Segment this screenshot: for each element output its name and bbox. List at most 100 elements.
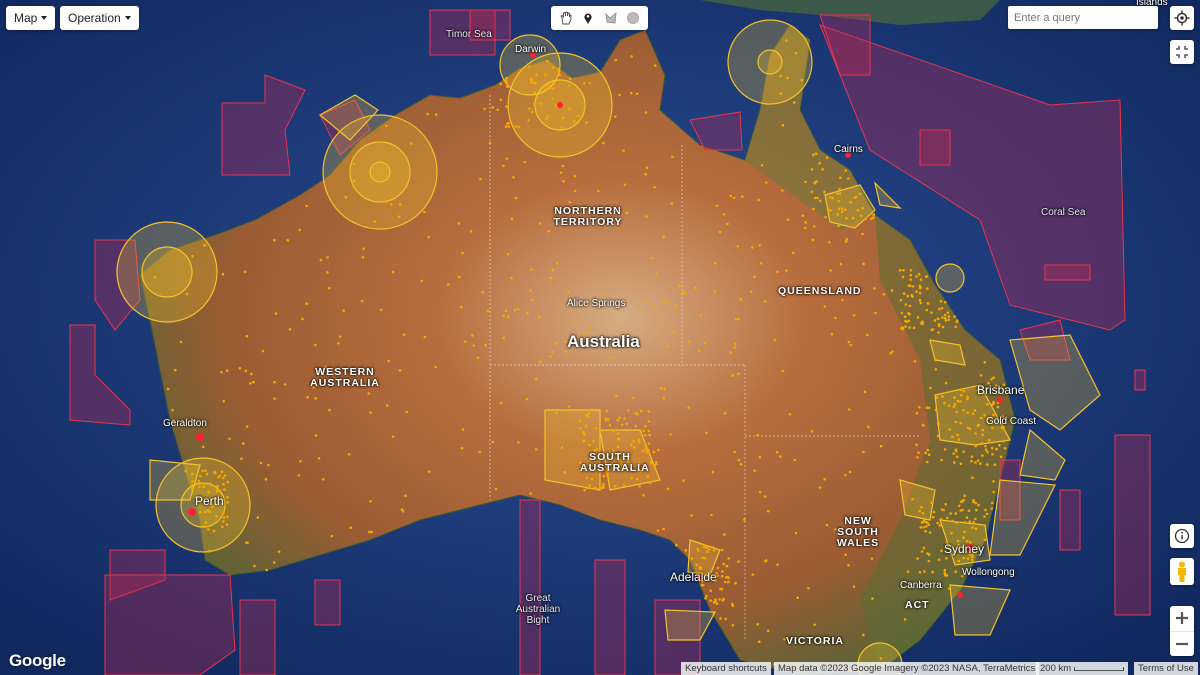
data-point[interactable]	[622, 484, 626, 487]
data-point[interactable]	[531, 110, 534, 114]
data-point[interactable]	[974, 517, 977, 521]
data-point[interactable]	[499, 98, 503, 102]
data-point[interactable]	[941, 395, 944, 398]
data-point[interactable]	[534, 377, 538, 381]
data-point[interactable]	[659, 386, 663, 390]
data-point[interactable]	[551, 66, 555, 69]
data-point[interactable]	[606, 473, 609, 477]
data-point[interactable]	[214, 471, 217, 475]
data-point[interactable]	[818, 199, 822, 203]
data-point[interactable]	[600, 293, 604, 297]
data-point[interactable]	[922, 526, 925, 529]
data-point[interactable]	[996, 405, 1000, 409]
data-point[interactable]	[945, 557, 948, 560]
data-point[interactable]	[319, 258, 323, 262]
data-point[interactable]	[613, 115, 617, 118]
data-point[interactable]	[844, 553, 847, 557]
data-point[interactable]	[391, 270, 395, 274]
data-point[interactable]	[369, 411, 373, 414]
data-point[interactable]	[604, 419, 608, 422]
data-point[interactable]	[870, 557, 874, 560]
data-point[interactable]	[640, 409, 643, 413]
data-point[interactable]	[554, 104, 558, 107]
data-point[interactable]	[283, 383, 287, 386]
data-point[interactable]	[733, 342, 737, 346]
data-point[interactable]	[793, 458, 797, 462]
data-point[interactable]	[564, 350, 568, 353]
data-point[interactable]	[198, 485, 201, 489]
data-point[interactable]	[195, 482, 198, 486]
data-point[interactable]	[932, 510, 936, 514]
data-point[interactable]	[974, 444, 978, 448]
data-point[interactable]	[756, 433, 759, 437]
data-point[interactable]	[837, 199, 840, 203]
data-point[interactable]	[953, 461, 956, 464]
data-point[interactable]	[588, 327, 591, 331]
data-point[interactable]	[642, 429, 646, 433]
data-point[interactable]	[796, 596, 799, 599]
data-point[interactable]	[936, 422, 940, 425]
data-point[interactable]	[838, 192, 842, 195]
data-point[interactable]	[560, 446, 564, 449]
data-point[interactable]	[864, 217, 867, 221]
data-point[interactable]	[962, 556, 966, 560]
data-point[interactable]	[207, 490, 210, 494]
data-point[interactable]	[848, 470, 852, 474]
data-point[interactable]	[927, 406, 931, 410]
data-point[interactable]	[683, 291, 687, 295]
data-point[interactable]	[222, 520, 225, 523]
data-point[interactable]	[301, 317, 304, 321]
data-point[interactable]	[663, 388, 666, 391]
data-point[interactable]	[618, 416, 621, 420]
data-point[interactable]	[267, 463, 270, 467]
data-point[interactable]	[648, 481, 652, 485]
data-point[interactable]	[505, 81, 508, 85]
data-point[interactable]	[643, 434, 647, 437]
data-point[interactable]	[202, 485, 205, 489]
data-point[interactable]	[751, 246, 754, 249]
data-point[interactable]	[906, 294, 910, 298]
data-point[interactable]	[741, 195, 744, 198]
data-point[interactable]	[938, 307, 941, 311]
data-point[interactable]	[506, 122, 509, 126]
data-point[interactable]	[942, 508, 945, 512]
data-point[interactable]	[834, 528, 837, 531]
data-point[interactable]	[314, 397, 317, 400]
data-point[interactable]	[666, 487, 670, 491]
data-point[interactable]	[943, 401, 946, 405]
data-point[interactable]	[948, 428, 951, 431]
terms-of-use-link[interactable]: Terms of Use	[1134, 662, 1198, 675]
data-point[interactable]	[539, 360, 542, 364]
data-point[interactable]	[773, 338, 777, 342]
data-point[interactable]	[671, 155, 674, 158]
data-point[interactable]	[814, 152, 818, 156]
data-point[interactable]	[767, 509, 770, 513]
data-point[interactable]	[758, 455, 762, 459]
data-point[interactable]	[612, 449, 616, 453]
data-point[interactable]	[195, 495, 198, 499]
data-point[interactable]	[731, 623, 735, 627]
data-point[interactable]	[662, 396, 666, 400]
data-point[interactable]	[871, 597, 874, 600]
data-point[interactable]	[712, 549, 716, 552]
data-point[interactable]	[191, 472, 194, 476]
data-point[interactable]	[946, 311, 950, 315]
data-point[interactable]	[933, 319, 937, 322]
data-point[interactable]	[927, 523, 931, 527]
data-point[interactable]	[582, 81, 586, 85]
data-point[interactable]	[256, 516, 260, 519]
data-point[interactable]	[921, 320, 925, 324]
data-point[interactable]	[915, 290, 918, 293]
data-point[interactable]	[549, 355, 552, 358]
data-point[interactable]	[578, 419, 582, 422]
circle-icon[interactable]	[624, 9, 642, 27]
data-point[interactable]	[981, 428, 985, 432]
data-point[interactable]	[644, 444, 648, 448]
data-point[interactable]	[245, 541, 248, 544]
data-point[interactable]	[915, 443, 918, 447]
data-point[interactable]	[245, 335, 249, 338]
data-point[interactable]	[204, 521, 208, 524]
data-point[interactable]	[623, 417, 626, 420]
data-point[interactable]	[739, 462, 743, 466]
data-point[interactable]	[962, 498, 965, 502]
